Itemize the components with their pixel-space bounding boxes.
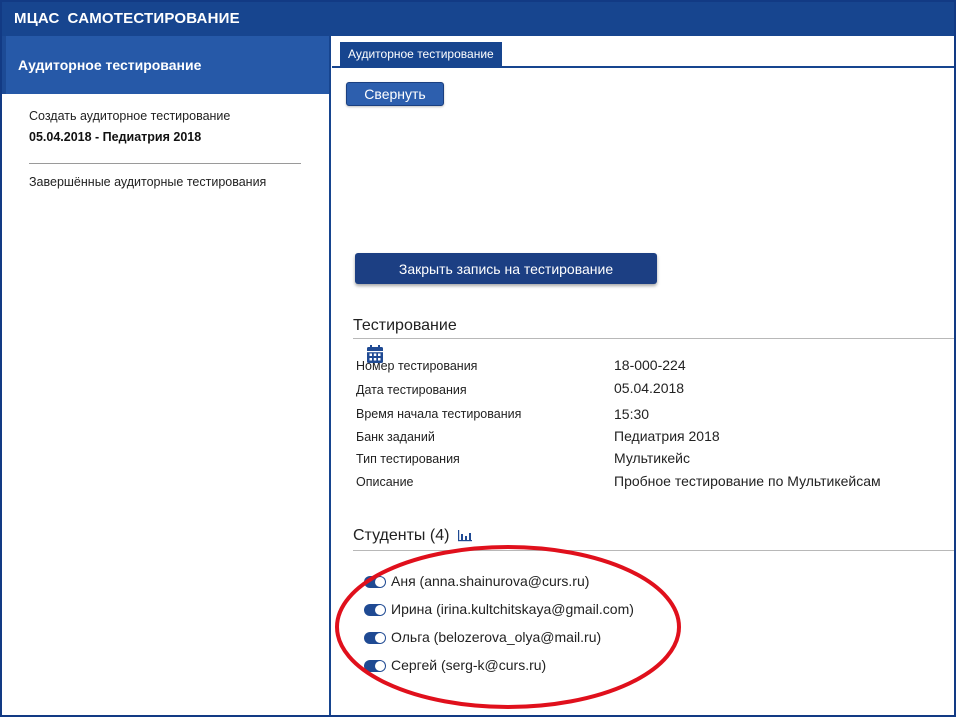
test-type-value: Мультикейс [614, 450, 691, 466]
description-label: Описание [356, 475, 414, 489]
sidebar-divider [29, 163, 301, 164]
test-date-label: Дата тестирования [356, 383, 467, 397]
description-value: Пробное тестирование по Мультикейсам [614, 473, 881, 489]
calendar-icon[interactable] [366, 344, 384, 364]
test-start-time-label: Время начала тестирования [356, 407, 522, 421]
completed-testings-link[interactable]: Завершённые аудиторные тестирования [29, 175, 266, 189]
app-window: МЦАС САМОТЕСТИРОВАНИЕ Аудиторное тестиров… [0, 0, 956, 717]
app-title-part1: МЦАС [14, 10, 60, 27]
tab-classroom-testing[interactable]: Аудиторное тестирование [340, 42, 502, 66]
task-bank-value: Педиатрия 2018 [614, 428, 720, 444]
test-date-value: 05.04.2018 [614, 380, 685, 396]
test-number-value: 18-000-224 [614, 357, 686, 373]
sidebar: Аудиторное тестирование Создать аудиторн… [2, 36, 331, 715]
sidebar-item-classroom-testing[interactable]: Аудиторное тестирование [2, 36, 329, 94]
test-type-label: Тип тестирования [356, 452, 460, 466]
task-bank-label: Банк заданий [356, 430, 435, 444]
testing-section-divider [353, 338, 954, 339]
current-testing-link[interactable]: 05.04.2018 - Педиатрия 2018 [29, 130, 201, 144]
create-testing-link[interactable]: Создать аудиторное тестирование [29, 109, 230, 123]
app-title-part2: САМОТЕСТИРОВАНИЕ [67, 10, 240, 27]
test-start-time-value: 15:30 [614, 406, 650, 422]
testing-section-title: Тестирование [353, 317, 457, 334]
close-registration-button[interactable]: Закрыть запись на тестирование [355, 253, 657, 284]
tab-bar: Аудиторное тестирование [332, 42, 954, 68]
collapse-button[interactable]: Свернуть [346, 82, 444, 106]
bar-chart-icon[interactable] [457, 528, 473, 542]
annotation-ellipse [335, 545, 681, 709]
top-bar: МЦАС САМОТЕСТИРОВАНИЕ [2, 2, 954, 36]
